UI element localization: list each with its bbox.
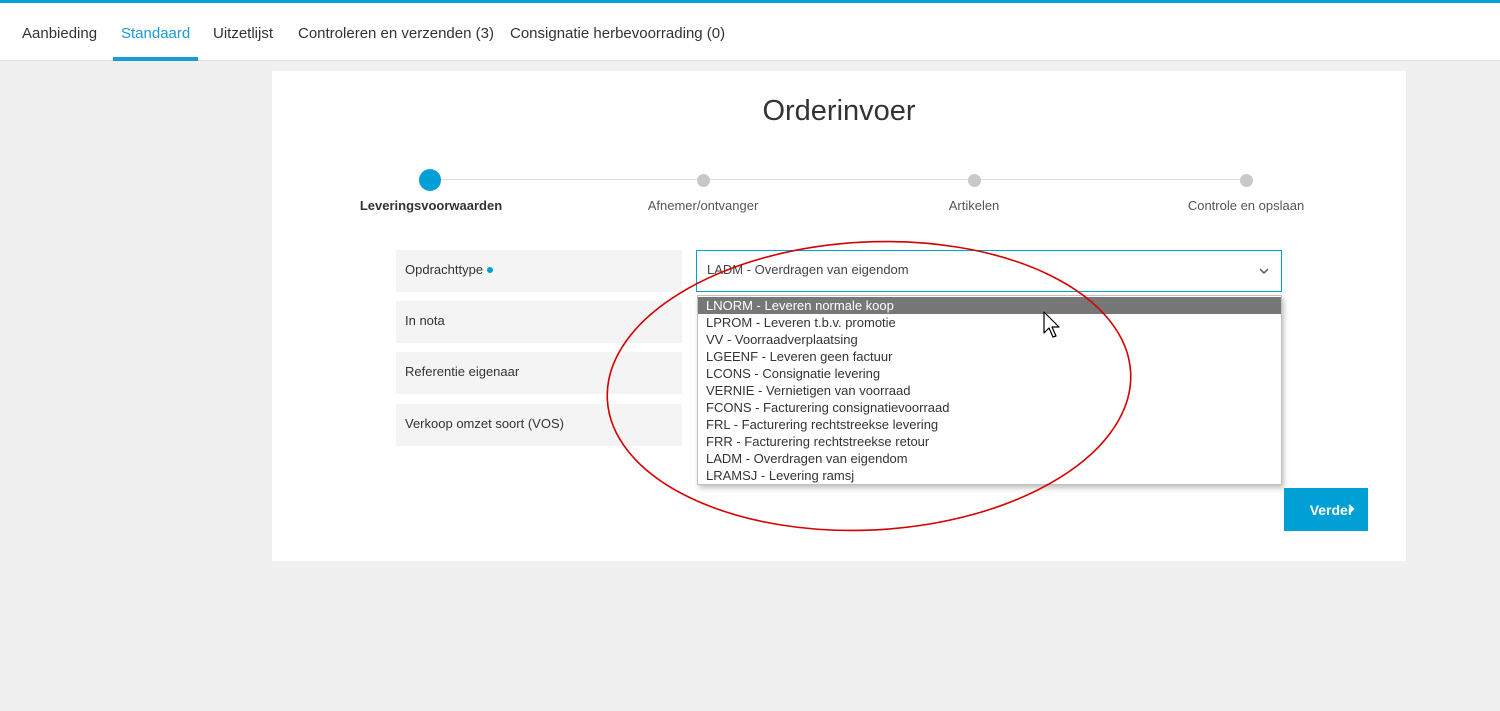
dropdown-option[interactable]: LPROM - Leveren t.b.v. promotie (698, 314, 1281, 331)
mouse-cursor-icon (1043, 311, 1060, 338)
step-dot-artikelen[interactable] (968, 174, 981, 187)
tab-bar: Aanbieding Standaard Uitzetlijst Control… (0, 3, 1500, 61)
opdrachttype-select[interactable]: LADM - Overdragen van eigendom (696, 250, 1282, 292)
dropdown-option[interactable]: FRL - Facturering rechtstreekse levering (698, 416, 1281, 433)
dropdown-option[interactable]: LNORM - Leveren normale koop (698, 297, 1281, 314)
tab-consignatie-herbevoorrading[interactable]: Consignatie herbevoorrading (0) (510, 3, 725, 61)
dropdown-option[interactable]: LCONS - Consignatie levering (698, 365, 1281, 382)
tab-standaard[interactable]: Standaard (112, 3, 199, 61)
dropdown-option[interactable]: LADM - Overdragen van eigendom (698, 450, 1281, 467)
dropdown-option[interactable]: FRR - Facturering rechtstreekse retour (698, 433, 1281, 450)
step-label-leveringsvoorwaarden: Leveringsvoorwaarden (359, 198, 503, 213)
verder-button[interactable]: Verder (1284, 488, 1368, 531)
dropdown-option[interactable]: FCONS - Facturering consignatievoorraad (698, 399, 1281, 416)
step-label-controle-en-opslaan: Controle en opslaan (1187, 198, 1305, 213)
chevron-right-icon (1348, 504, 1355, 514)
dropdown-option[interactable]: LGEENF - Leveren geen factuur (698, 348, 1281, 365)
field-label-text: Opdrachttype (405, 262, 484, 277)
required-indicator (487, 266, 494, 273)
page-title: Orderinvoer (762, 95, 916, 127)
step-dot-afnemer-ontvanger[interactable] (697, 174, 710, 187)
stepper-line (430, 179, 1246, 180)
select-value: LADM - Overdragen van eigendom (707, 262, 909, 277)
field-label-opdrachttype: Opdrachttype (396, 250, 682, 292)
dropdown-option[interactable]: LRAMSJ - Levering ramsj (698, 467, 1281, 484)
field-label-referentie-eigenaar: Referentie eigenaar (396, 352, 682, 394)
step-dot-leveringsvoorwaarden[interactable] (419, 169, 441, 191)
field-label-in-nota: In nota (396, 301, 682, 343)
tab-uitzetlijst[interactable]: Uitzetlijst (213, 3, 273, 61)
dropdown-option[interactable]: VERNIE - Vernietigen van voorraad (698, 382, 1281, 399)
step-label-afnemer-ontvanger: Afnemer/ontvanger (647, 198, 759, 213)
step-label-artikelen: Artikelen (948, 198, 1000, 213)
field-label-verkoop-omzet-soort: Verkoop omzet soort (VOS) (396, 404, 682, 446)
opdrachttype-dropdown-list: LNORM - Leveren normale koop LPROM - Leve… (697, 295, 1282, 485)
field-label-text: Referentie eigenaar (405, 364, 520, 379)
field-label-text: In nota (405, 313, 445, 328)
tab-controleren-en-verzenden[interactable]: Controleren en verzenden (3) (298, 3, 494, 61)
tab-aanbieding[interactable]: Aanbieding (22, 3, 97, 61)
field-label-text: Verkoop omzet soort (VOS) (405, 416, 564, 431)
step-dot-controle-en-opslaan[interactable] (1240, 174, 1253, 187)
chevron-down-icon (1259, 268, 1269, 274)
dropdown-option[interactable]: VV - Voorraadverplaatsing (698, 331, 1281, 348)
